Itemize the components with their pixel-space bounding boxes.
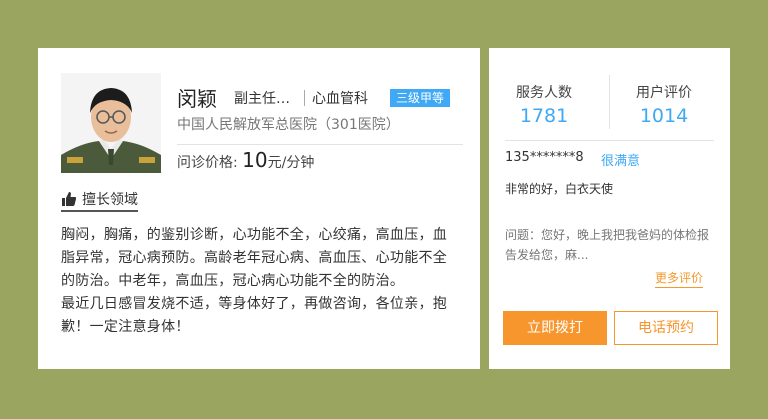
doctor-note: 最近几日感冒发烧不适，等身体好了，再做咨询，各位亲，抱歉！一定注意身体！	[61, 296, 448, 335]
stats-divider	[505, 140, 714, 141]
specialty-description: 胸闷，胸痛，的鉴别诊断，心功能不全，心绞痛，高血压，血脂异常，冠心病预防。高龄老…	[61, 224, 457, 339]
more-reviews-link[interactable]: 更多评价	[655, 269, 704, 288]
hospital-name[interactable]: 中国人民解放军总医院（301医院）	[177, 114, 400, 134]
satisfaction-label: 很满意	[601, 154, 641, 169]
specialty-label: 擅长领域	[82, 192, 138, 208]
profile-divider	[177, 144, 463, 145]
specialty-heading: 擅长领域	[61, 189, 138, 212]
price-value: 10	[242, 148, 268, 172]
specialty-text: 胸闷，胸痛，的鉴别诊断，心功能不全，心绞痛，高血压，血脂异常，冠心病预防。高龄老…	[61, 227, 448, 289]
review-question[interactable]: 问题：您好，晚上我把我爸妈的体检报告发给您，麻...	[505, 225, 717, 265]
doctor-department: 心血管科	[312, 91, 368, 107]
phone-appointment-button[interactable]: 电话预约	[614, 311, 718, 345]
served-label: 服务人数	[516, 85, 572, 101]
hospital-level-badge: 三级甲等	[390, 89, 451, 107]
review-text: 非常的好，白衣天使	[505, 182, 614, 196]
stat-divider	[609, 75, 610, 129]
rating-label: 用户评价	[636, 85, 692, 101]
doctor-profile-card: 闵颖 副主任… 心血管科 三级甲等 中国人民解放军总医院（301医院） 问诊价格…	[38, 48, 480, 369]
service-card: 服务人数 1781 用户评价 1014 135*******8 很满意 非常的好…	[489, 48, 730, 369]
price-label: 问诊价格:	[177, 155, 238, 171]
rating-value: 1014	[639, 105, 689, 127]
doctor-avatar[interactable]	[61, 73, 161, 173]
served-count-stat: 服务人数 1781	[494, 82, 594, 127]
price-unit: 元/分钟	[267, 155, 315, 171]
thumbs-up-icon	[62, 192, 77, 206]
served-value: 1781	[519, 105, 569, 127]
reviewer-id: 135*******8	[505, 150, 584, 165]
doctor-title: 副主任…	[234, 91, 290, 107]
call-now-button[interactable]: 立即拨打	[503, 311, 607, 345]
title-separator	[304, 90, 305, 106]
consult-price: 问诊价格: 10元/分钟	[177, 148, 314, 172]
doctor-name[interactable]: 闵颖	[177, 83, 217, 112]
user-rating-stat[interactable]: 用户评价 1014	[614, 82, 714, 127]
